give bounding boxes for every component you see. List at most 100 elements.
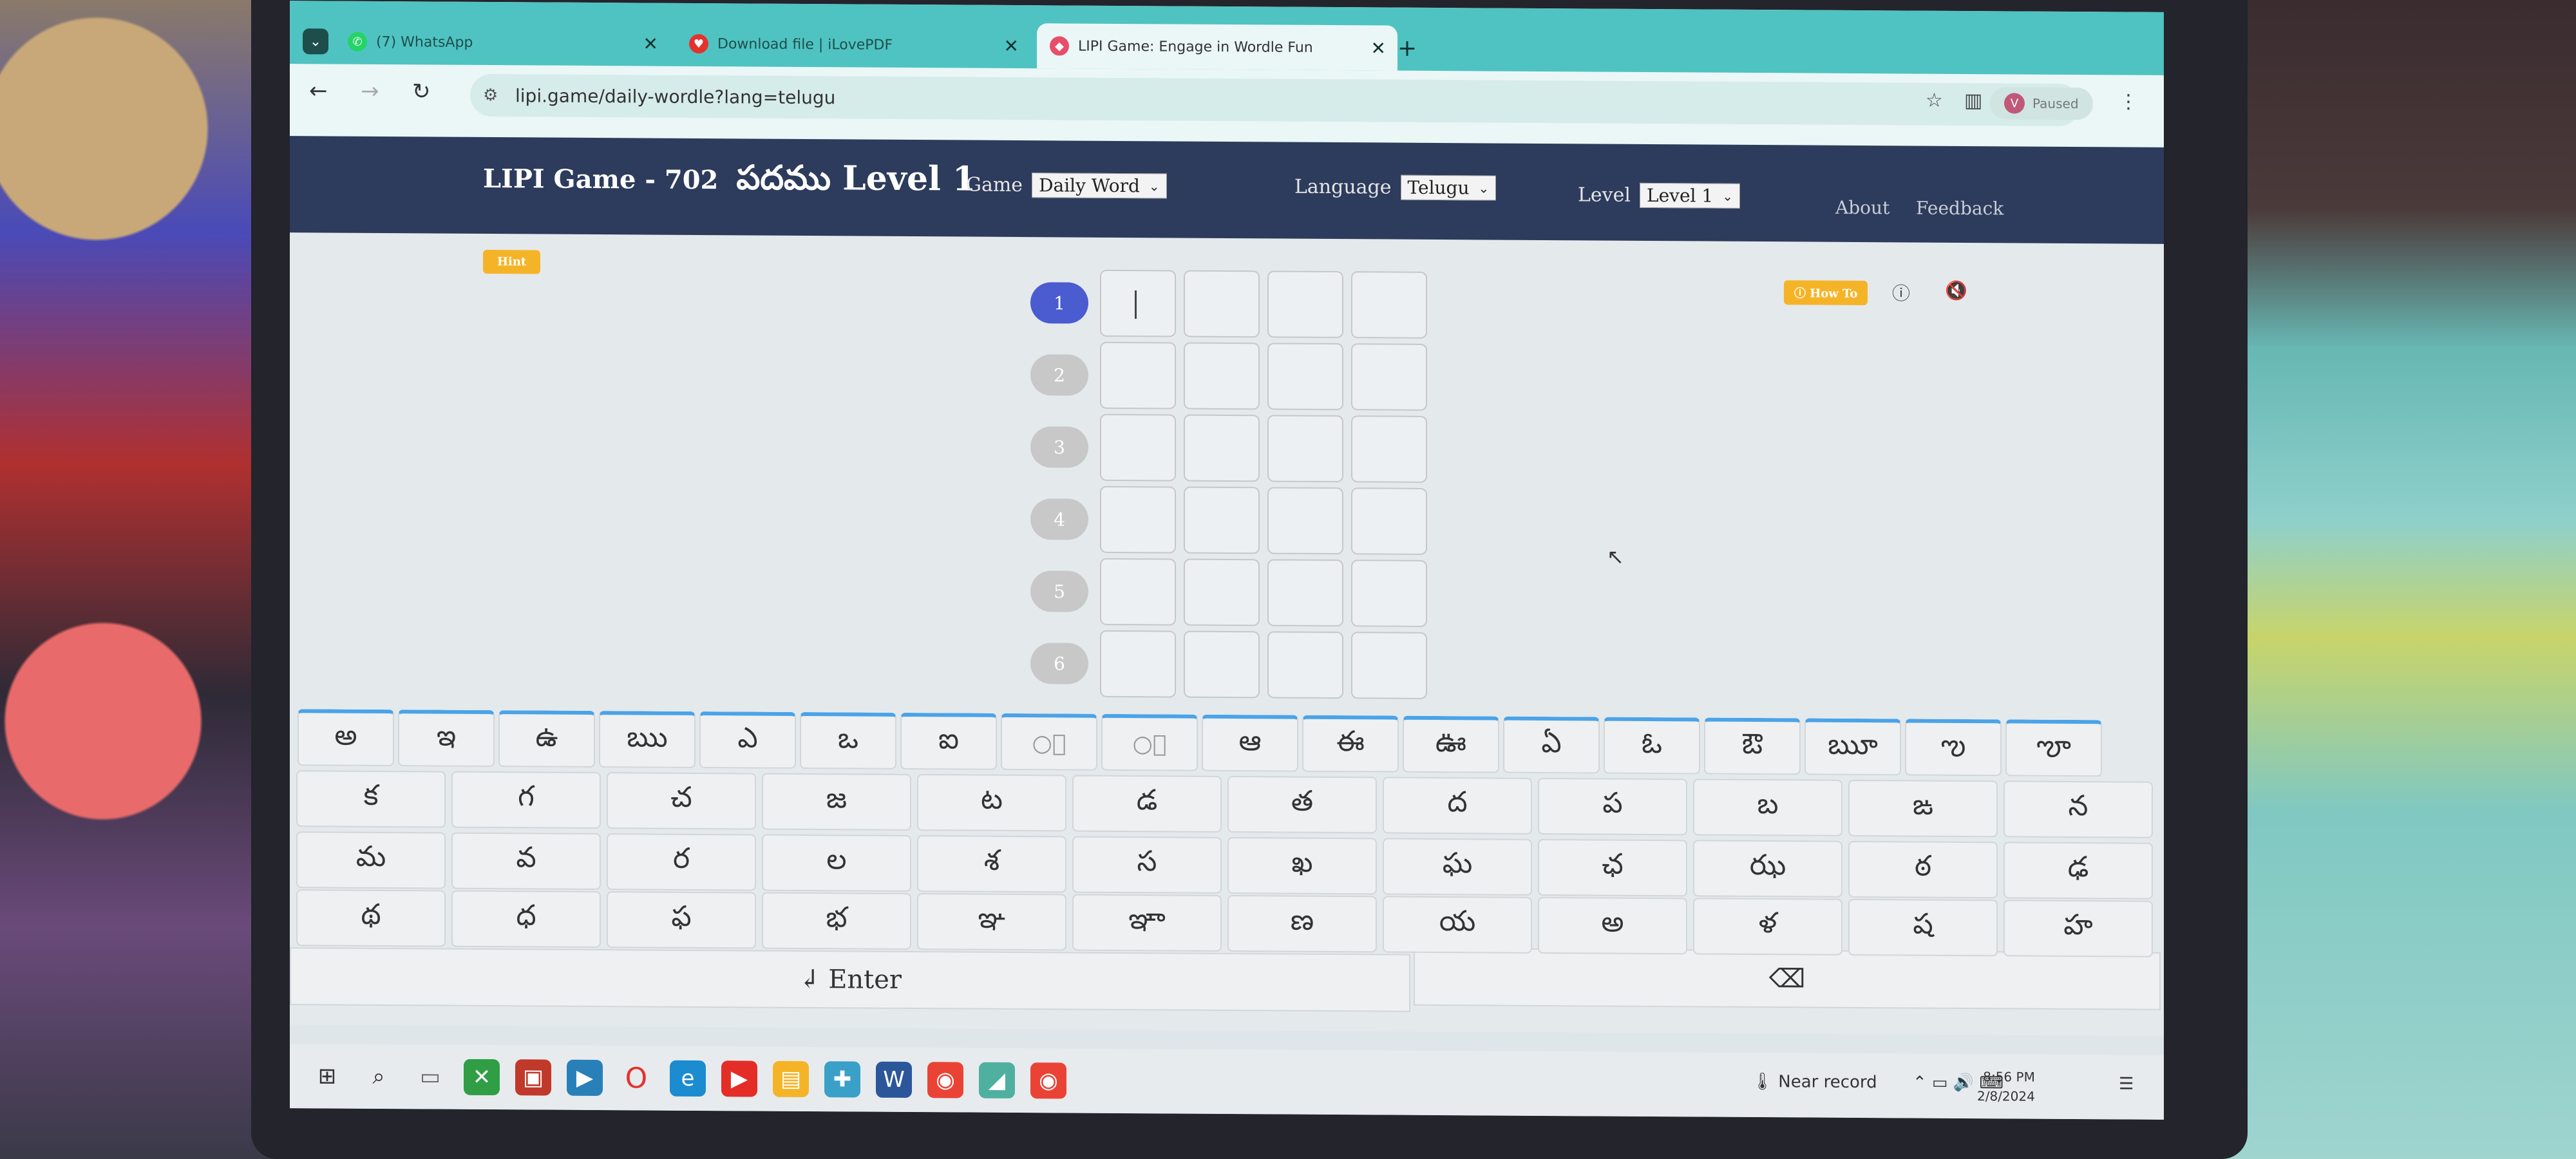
xbox-icon[interactable]: ✕ (464, 1059, 500, 1096)
youtube-icon[interactable]: ▶ (721, 1060, 757, 1097)
windows-start-icon[interactable]: ⊞ (309, 1058, 345, 1094)
key-consonant[interactable]: ఞ (917, 893, 1066, 951)
letter-cell[interactable] (1267, 559, 1343, 627)
key-consonant[interactable]: వ (451, 832, 601, 890)
app-icon[interactable]: ✚ (824, 1061, 860, 1098)
key-vowel[interactable]: ఏ (1503, 716, 1600, 774)
letter-cell[interactable] (1351, 632, 1427, 699)
key-vowel[interactable]: ఇ (398, 710, 495, 768)
key-consonant[interactable]: ఝ (1693, 840, 1842, 898)
close-tab-icon[interactable]: ✕ (643, 33, 658, 54)
key-consonant[interactable]: గ (451, 771, 601, 829)
feedback-link[interactable]: Feedback (1916, 198, 2003, 220)
letter-cell[interactable] (1351, 271, 1427, 339)
bookmark-star-icon[interactable]: ☆ (1926, 90, 1943, 112)
new-tab-button[interactable]: + (1397, 26, 1417, 71)
letter-cell[interactable] (1184, 630, 1260, 699)
key-consonant[interactable]: అ (1538, 896, 1687, 955)
back-icon[interactable]: ← (309, 78, 328, 104)
info-icon[interactable]: ⓘ (1892, 279, 1910, 305)
tab-search-button[interactable]: ⌄ (303, 19, 335, 64)
site-info-icon[interactable]: ⚙ (483, 86, 498, 105)
letter-cell[interactable] (1351, 343, 1427, 411)
key-vowel[interactable]: ౠ (1804, 718, 1901, 776)
key-consonant[interactable]: భ (762, 892, 911, 950)
letter-cell[interactable] (1267, 631, 1343, 699)
key-vowel[interactable]: ఋ (599, 711, 696, 768)
notification-icon[interactable]: ☰ (2119, 1074, 2134, 1093)
key-vowel[interactable]: ఔ (1704, 717, 1801, 775)
app-icon[interactable]: ◢ (979, 1062, 1015, 1098)
key-consonant[interactable]: క (296, 770, 446, 828)
letter-cell[interactable] (1184, 558, 1260, 627)
letter-cell[interactable] (1267, 270, 1343, 339)
mute-icon[interactable]: 🔇 (1945, 280, 1967, 301)
key-consonant[interactable]: మ (296, 831, 446, 889)
key-consonant[interactable]: శ (917, 835, 1066, 893)
letter-cell[interactable] (1267, 343, 1343, 411)
key-vowel[interactable]: ఊ (1403, 715, 1499, 773)
letter-cell[interactable] (1100, 269, 1176, 337)
key-consonant[interactable]: హ (2003, 900, 2153, 957)
tab-whatsapp[interactable]: ✆ (7) WhatsApp ✕ (348, 19, 670, 66)
key-vowel[interactable]: ఓ (1604, 717, 1700, 775)
key-consonant[interactable]: ఢ (2003, 842, 2153, 900)
edge-icon[interactable]: e (670, 1060, 706, 1097)
tab-ilovepdf[interactable]: ♥ Download file | iLovePDF ✕ (689, 21, 1030, 68)
key-consonant[interactable]: ఠ (1848, 840, 1998, 899)
letter-cell[interactable] (1100, 630, 1176, 698)
letter-cell[interactable] (1100, 485, 1176, 554)
chrome-icon[interactable]: ◉ (927, 1062, 963, 1098)
key-vowel[interactable]: ఆ (1202, 714, 1298, 772)
key-consonant[interactable]: డ (1072, 775, 1222, 833)
task-view-icon[interactable]: ▭ (412, 1059, 448, 1095)
letter-cell[interactable] (1184, 486, 1260, 554)
profile-button[interactable]: V Paused (1990, 87, 2093, 120)
key-consonant[interactable]: న (2003, 780, 2153, 838)
key-vowel[interactable]: ఐ (900, 712, 997, 770)
letter-cell[interactable] (1267, 487, 1343, 555)
letter-cell[interactable] (1267, 415, 1343, 483)
key-vowel[interactable]: ○ః (1101, 713, 1198, 771)
close-tab-icon[interactable]: ✕ (1004, 35, 1019, 56)
key-consonant[interactable]: ఖ (1227, 837, 1377, 895)
letter-cell[interactable] (1351, 415, 1427, 483)
about-link[interactable]: About (1835, 197, 1889, 219)
key-consonant[interactable]: జ (762, 773, 911, 831)
key-consonant[interactable]: ఘ (1383, 838, 1532, 896)
word-icon[interactable]: W (876, 1061, 912, 1098)
key-consonant[interactable]: స (1072, 836, 1222, 894)
key-vowel[interactable]: ఈ (1302, 715, 1399, 773)
key-vowel[interactable]: ఉ (498, 710, 595, 768)
letter-cell[interactable] (1351, 487, 1427, 555)
letter-cell[interactable] (1351, 560, 1427, 627)
key-consonant[interactable]: ళ (1693, 898, 1842, 956)
search-icon[interactable]: ⌕ (361, 1059, 397, 1095)
key-consonant[interactable]: బ (1693, 778, 1842, 836)
letter-cell[interactable] (1100, 341, 1176, 410)
side-panel-icon[interactable]: ▥ (1964, 90, 1982, 112)
key-consonant[interactable]: ఞా (1072, 894, 1222, 952)
key-vowel[interactable]: ఌ (1905, 719, 2002, 777)
key-vowel[interactable]: ○ం (1001, 713, 1097, 771)
weather-widget[interactable]: 🌡 Near record (1752, 1072, 1877, 1092)
hint-button[interactable]: Hint (483, 249, 541, 274)
clock[interactable]: 8:56 PM 2/8/2024 (1977, 1067, 2035, 1106)
key-consonant[interactable]: ర (607, 833, 756, 891)
close-tab-icon[interactable]: ✕ (1371, 37, 1386, 59)
key-consonant[interactable]: ష (1848, 898, 1998, 957)
app-icon[interactable]: ▣ (515, 1059, 551, 1096)
chrome-icon[interactable]: ◉ (1030, 1062, 1066, 1099)
key-consonant[interactable]: య (1383, 896, 1532, 954)
key-consonant[interactable]: త (1227, 776, 1377, 834)
movies-icon[interactable]: ▶ (567, 1059, 603, 1097)
file-explorer-icon[interactable]: ▤ (773, 1060, 809, 1098)
forward-icon[interactable]: → (361, 79, 379, 104)
opera-icon[interactable]: O (618, 1060, 654, 1096)
key-consonant[interactable]: ధ (451, 890, 601, 948)
key-consonant[interactable]: ట (917, 774, 1066, 832)
key-vowel[interactable]: ఒ (800, 711, 896, 769)
key-consonant[interactable]: ద (1383, 777, 1532, 834)
game-select[interactable]: Daily Word ⌄ (1032, 173, 1167, 199)
key-vowel[interactable]: ఎ (699, 711, 796, 769)
